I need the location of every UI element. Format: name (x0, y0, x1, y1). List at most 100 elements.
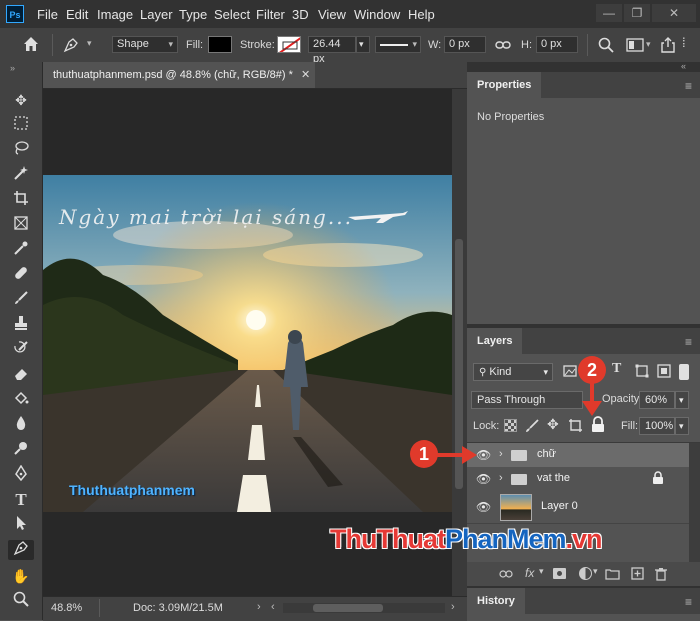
document-image[interactable]: Ngày mai trời lại sáng... Thuthuatphanme… (43, 175, 452, 512)
opacity-field[interactable]: 60% (639, 391, 675, 409)
chevron-down-icon[interactable]: ▾ (646, 39, 651, 50)
share-icon[interactable] (660, 36, 676, 54)
zoom-level[interactable]: 48.8% (51, 602, 82, 614)
panel-menu-icon[interactable]: ≡ (685, 595, 692, 609)
tab-history[interactable]: History (467, 588, 525, 614)
menu-3d[interactable]: 3D (292, 7, 309, 22)
healing-brush-tool-icon[interactable] (11, 265, 31, 285)
new-layer-icon[interactable] (631, 567, 644, 580)
new-group-icon[interactable] (605, 568, 620, 580)
restore-icon[interactable]: ❐ (624, 4, 650, 22)
clone-stamp-tool-icon[interactable] (11, 315, 31, 335)
collapse-toolbar-icon[interactable]: » (10, 63, 15, 73)
tool-mode-select[interactable]: Shape ▾ (112, 36, 178, 53)
adjustment-layer-icon[interactable] (579, 567, 592, 580)
menu-window[interactable]: Window (354, 7, 400, 22)
layers-scrollbar[interactable] (689, 443, 700, 563)
chevron-right-icon[interactable]: › (257, 601, 261, 613)
chevron-down-icon[interactable]: ▾ (593, 566, 598, 577)
workspace-icon[interactable] (626, 38, 644, 52)
blend-mode-select[interactable]: Pass Through (471, 391, 583, 409)
scroll-left-icon[interactable]: ‹ (271, 601, 275, 613)
eyedropper-tool-icon[interactable] (11, 240, 31, 260)
opacity-dropdown[interactable]: ▾ (675, 391, 689, 409)
more-icon[interactable]: ⁞ (682, 35, 686, 50)
panel-menu-icon[interactable]: ≡ (685, 335, 692, 349)
chevron-right-icon[interactable]: › (499, 472, 503, 484)
menu-type[interactable]: Type (179, 7, 207, 22)
document-info[interactable]: Doc: 3.09M/21.5M (133, 602, 223, 614)
stroke-width-field[interactable]: 26.44 px (308, 36, 356, 65)
horizontal-scrollbar[interactable] (283, 603, 445, 613)
delete-layer-icon[interactable] (655, 567, 667, 581)
width-field[interactable]: 0 px (444, 36, 486, 53)
layer-row-chu[interactable]: 👁 › chữ (467, 443, 689, 468)
collapse-panels-icon[interactable]: « (681, 61, 686, 71)
type-tool-icon[interactable]: T (11, 490, 31, 510)
frame-tool-icon[interactable] (11, 215, 31, 235)
lock-image-pixels-icon[interactable] (525, 418, 540, 433)
menu-filter[interactable]: Filter (256, 7, 285, 22)
filter-smart-object-icon[interactable] (657, 364, 671, 378)
menu-image[interactable]: Image (97, 7, 133, 22)
stroke-width-dropdown[interactable]: ▾ (356, 36, 370, 53)
minimize-icon[interactable]: — (596, 4, 622, 22)
tab-layers[interactable]: Layers (467, 328, 523, 354)
blur-tool-icon[interactable] (11, 415, 31, 435)
vertical-scrollbar[interactable] (452, 89, 467, 596)
pen-tool-icon[interactable] (11, 464, 31, 485)
marquee-tool-icon[interactable] (11, 115, 31, 135)
menu-select[interactable]: Select (214, 7, 250, 22)
chevron-right-icon[interactable]: › (499, 448, 503, 460)
add-mask-icon[interactable] (553, 568, 566, 579)
lasso-tool-icon[interactable] (11, 140, 31, 160)
magic-wand-tool-icon[interactable] (11, 165, 31, 185)
stroke-type-select[interactable]: ▾ (375, 36, 421, 53)
filter-pixel-layer-icon[interactable] (563, 364, 577, 378)
menu-edit[interactable]: Edit (66, 7, 88, 22)
chevron-down-icon[interactable]: ▾ (539, 566, 544, 577)
menu-file[interactable]: File (37, 7, 58, 22)
history-brush-tool-icon[interactable] (11, 340, 31, 360)
fill-dropdown[interactable]: ▾ (675, 417, 689, 435)
visibility-eye-icon[interactable]: 👁 (476, 472, 491, 486)
brush-tool-icon[interactable] (11, 290, 31, 310)
document-tab[interactable]: thuthuatphanmem.psd @ 48.8% (chữ, RGB/8#… (43, 62, 315, 88)
custom-shape-tool-icon[interactable] (8, 540, 34, 560)
visibility-eye-icon[interactable]: 👁 (476, 500, 491, 514)
close-icon[interactable]: ✕ (301, 68, 310, 81)
filter-toggle-switch[interactable] (679, 364, 689, 380)
search-icon[interactable] (598, 37, 614, 53)
home-icon[interactable] (22, 35, 40, 53)
scroll-right-icon[interactable]: › (451, 601, 455, 613)
fill-swatch[interactable] (208, 36, 232, 53)
menu-view[interactable]: View (318, 7, 346, 22)
scrollbar-thumb[interactable] (313, 604, 383, 612)
lock-all-icon[interactable] (590, 416, 606, 433)
lock-position-icon[interactable]: ✥ (547, 416, 559, 433)
menu-layer[interactable]: Layer (140, 7, 173, 22)
eraser-tool-icon[interactable] (11, 365, 31, 385)
paint-bucket-tool-icon[interactable] (11, 390, 31, 410)
path-selection-tool-icon[interactable] (11, 515, 31, 535)
prevent-autonest-icon[interactable] (568, 418, 583, 433)
dodge-tool-icon[interactable] (11, 440, 31, 460)
filter-shape-layer-icon[interactable] (635, 364, 649, 378)
visibility-eye-icon[interactable]: 👁 (476, 448, 491, 462)
menu-help[interactable]: Help (408, 7, 435, 22)
fill-field[interactable]: 100% (639, 417, 675, 435)
zoom-tool-icon[interactable] (11, 591, 31, 611)
move-tool-icon[interactable]: ✥ (11, 90, 31, 110)
chevron-down-icon[interactable]: ▾ (87, 38, 92, 49)
layer-style-fx-icon[interactable]: fx (525, 566, 534, 580)
close-icon[interactable]: ✕ (652, 4, 696, 22)
layer-row-vat-the[interactable]: 👁 › vat the (467, 467, 689, 492)
height-field[interactable]: 0 px (536, 36, 578, 53)
layer-filter-select[interactable]: ⚲ Kind ▾ (473, 363, 553, 381)
link-layers-icon[interactable] (499, 568, 513, 580)
crop-tool-icon[interactable] (11, 190, 31, 210)
layer-row-layer-0[interactable]: 👁 Layer 0 (467, 491, 689, 524)
hand-tool-icon[interactable]: ✋ (11, 566, 31, 586)
panel-menu-icon[interactable]: ≡ (685, 79, 692, 93)
pen-tool-preset-icon[interactable] (62, 37, 80, 53)
